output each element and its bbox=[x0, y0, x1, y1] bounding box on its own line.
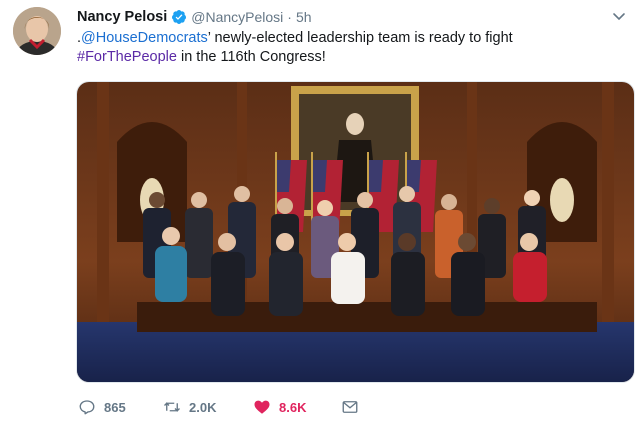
reply-button[interactable]: 865 bbox=[78, 398, 163, 416]
author-name[interactable]: Nancy Pelosi bbox=[77, 9, 167, 25]
reply-count: 865 bbox=[104, 399, 126, 415]
verified-badge-icon bbox=[172, 10, 187, 24]
timestamp[interactable]: 5h bbox=[296, 9, 312, 25]
tweet-actions: 865 2.0K 8.6K bbox=[78, 398, 361, 416]
like-count: 8.6K bbox=[279, 399, 307, 415]
avatar-image bbox=[13, 7, 61, 55]
separator-dot: · bbox=[287, 9, 292, 25]
mention-link[interactable]: @HouseDemocrats bbox=[81, 30, 208, 46]
avatar[interactable] bbox=[13, 7, 61, 55]
like-button[interactable]: 8.6K bbox=[253, 398, 341, 416]
author-handle[interactable]: @NancyPelosi bbox=[191, 9, 283, 25]
direct-message-button[interactable] bbox=[341, 398, 361, 416]
tweet-text: .@HouseDemocrats’ newly-elected leadersh… bbox=[77, 29, 617, 67]
group-photo-image bbox=[77, 82, 634, 382]
retweet-icon bbox=[164, 402, 180, 412]
retweet-count: 2.0K bbox=[189, 399, 217, 415]
tweet-text-part-2: in the 116th Congress! bbox=[176, 49, 326, 65]
heart-icon bbox=[254, 400, 270, 414]
tweet-header: Nancy Pelosi @NancyPelosi · 5h bbox=[77, 7, 312, 27]
hashtag-link[interactable]: #ForThePeople bbox=[77, 49, 177, 65]
envelope-icon bbox=[342, 401, 358, 413]
retweet-button[interactable]: 2.0K bbox=[163, 398, 253, 416]
tweet-photo[interactable] bbox=[76, 81, 635, 383]
reply-icon bbox=[79, 400, 95, 415]
tweet-text-part-1: ’ newly-elected leadership team is ready… bbox=[207, 30, 513, 46]
tweet-card[interactable]: Nancy Pelosi @NancyPelosi · 5h .@HouseDe… bbox=[0, 0, 639, 426]
chevron-down-icon[interactable] bbox=[611, 8, 627, 24]
